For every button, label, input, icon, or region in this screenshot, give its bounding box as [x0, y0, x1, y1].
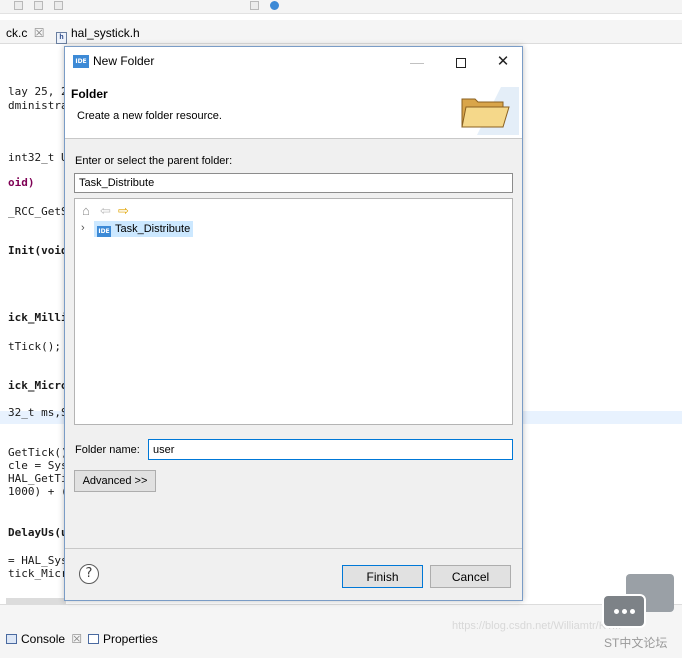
- help-icon[interactable]: ?: [79, 564, 99, 584]
- dialog-title: New Folder: [93, 54, 155, 68]
- tree-item-label: Task_Distribute: [115, 223, 191, 235]
- home-icon[interactable]: ⌂: [82, 203, 90, 219]
- back-arrow-icon[interactable]: ⇦: [100, 203, 111, 219]
- code-line: int32_t U: [8, 151, 68, 164]
- cancel-button[interactable]: Cancel: [430, 565, 511, 588]
- editor-tab-bar: ck.c ☒ h hal_systick.h: [0, 20, 682, 44]
- code-line: tTick();: [8, 340, 61, 353]
- chevron-right-icon[interactable]: ›: [81, 222, 85, 234]
- new-folder-dialog: IDE New Folder — ✕ Folder Create a new f…: [64, 46, 523, 601]
- main-toolbar: [0, 0, 682, 14]
- properties-icon: [88, 634, 99, 644]
- finish-button[interactable]: Finish: [342, 565, 423, 588]
- advanced-button[interactable]: Advanced >>: [74, 470, 156, 492]
- maximize-button[interactable]: [447, 51, 475, 73]
- toolbar-icon[interactable]: [54, 1, 63, 10]
- code-line: tick_Micr: [8, 567, 68, 580]
- forum-label: ST中文论坛: [604, 636, 668, 650]
- tab-close-icon[interactable]: ☒: [71, 632, 82, 646]
- code-line: cle = Sys: [8, 459, 68, 472]
- code-line: ick_Micro: [8, 379, 68, 392]
- code-line: 1000) + (: [8, 485, 68, 498]
- header-file-icon: h: [56, 32, 67, 44]
- toolbar-icon[interactable]: [14, 1, 23, 10]
- code-line: 32_t ms,S: [8, 406, 68, 419]
- dialog-title-bar[interactable]: IDE New Folder — ✕: [65, 47, 522, 77]
- code-line: GetTick(): [8, 446, 68, 459]
- minimize-button[interactable]: —: [403, 51, 431, 73]
- dialog-footer: ? Finish Cancel: [65, 548, 522, 600]
- toolbar-icon[interactable]: [250, 1, 259, 10]
- open-folder-icon: [461, 87, 519, 135]
- editor-tab-systick-c[interactable]: ck.c ☒: [6, 24, 44, 42]
- console-tab-label: Console: [21, 632, 66, 646]
- banner-description: Create a new folder resource.: [77, 110, 222, 122]
- close-button[interactable]: ✕: [489, 51, 517, 73]
- tab-console[interactable]: Console ☒: [6, 632, 82, 646]
- code-line: oid): [8, 176, 35, 189]
- console-icon: [6, 634, 17, 644]
- tree-item-task-distribute[interactable]: IDE Task_Distribute: [94, 221, 194, 237]
- properties-tab-label: Properties: [103, 632, 158, 646]
- watermark-url: https://blog.csdn.net/Williamtr/KY...: [452, 620, 622, 632]
- folder-name-label: Folder name:: [75, 444, 140, 456]
- toolbar-icon[interactable]: [270, 1, 279, 10]
- editor-tab-hal-systick-h[interactable]: h hal_systick.h: [56, 24, 140, 44]
- code-line: HAL_GetTi: [8, 472, 68, 485]
- banner-title: Folder: [71, 87, 108, 101]
- tree-toolbar: ⌂ ⇦ ⇨: [82, 203, 162, 219]
- code-line: Init(void: [8, 244, 68, 257]
- tab-close-icon[interactable]: ☒: [34, 26, 45, 40]
- chat-widget[interactable]: [600, 574, 676, 634]
- forward-arrow-icon[interactable]: ⇨: [118, 203, 129, 219]
- tab-properties[interactable]: Properties: [88, 632, 158, 646]
- ide-project-icon: IDE: [97, 226, 111, 237]
- editor-tab-label: ck.c: [6, 26, 28, 40]
- editor-tab-label: hal_systick.h: [71, 26, 140, 40]
- code-line: ick_Milli: [8, 311, 68, 324]
- code-line: _RCC_GetS: [8, 205, 68, 218]
- parent-folder-label: Enter or select the parent folder:: [75, 155, 233, 167]
- folder-name-input[interactable]: [148, 439, 513, 460]
- toolbar-icon[interactable]: [34, 1, 43, 10]
- chat-bubble-icon: [602, 594, 646, 628]
- folder-tree[interactable]: ⌂ ⇦ ⇨ › IDE Task_Distribute: [74, 198, 513, 425]
- code-line: = HAL_Sys: [8, 554, 68, 567]
- maximize-icon: [456, 58, 466, 69]
- code-line: DelayUs(u: [8, 526, 68, 539]
- parent-folder-input[interactable]: [74, 173, 513, 193]
- code-line: dministra: [8, 99, 68, 112]
- dialog-banner: Folder Create a new folder resource.: [65, 77, 522, 139]
- ide-icon: IDE: [73, 55, 89, 68]
